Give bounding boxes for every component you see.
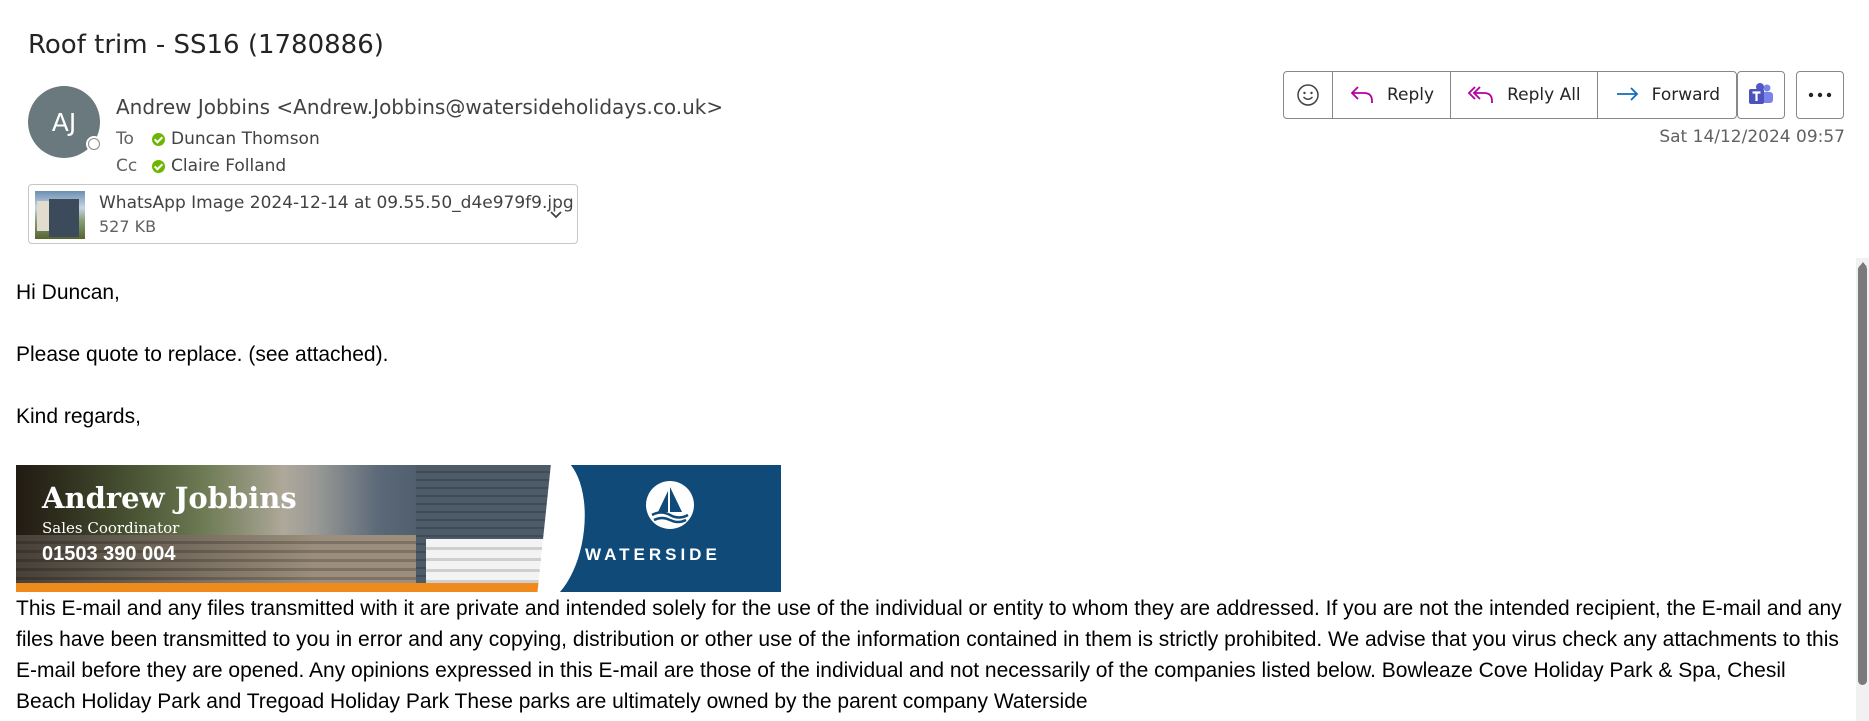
to-label: To	[116, 129, 134, 149]
signature-role: Sales Coordinator	[42, 519, 180, 537]
greeting-text: Hi Duncan,	[16, 281, 120, 304]
signature-brand: WATERSIDE	[585, 545, 721, 564]
email-signature-banner: Andrew Jobbins Sales Coordinator 01503 3…	[16, 465, 781, 592]
to-recipient[interactable]: Duncan Thomson	[171, 129, 320, 149]
forward-label: Forward	[1651, 85, 1721, 105]
cc-label: Cc	[116, 156, 138, 176]
available-status-icon	[152, 132, 165, 146]
teams-button[interactable]	[1737, 71, 1785, 119]
to-line: To Duncan Thomson	[116, 129, 320, 149]
email-subject: Roof trim - SS16 (1780886)	[28, 30, 384, 60]
reply-all-arrow-icon	[1467, 86, 1493, 103]
attachment-name: WhatsApp Image 2024-12-14 at 09.55.50_d4…	[99, 193, 574, 213]
attachment-thumbnail	[35, 191, 85, 239]
signature-photo-fence	[426, 539, 556, 583]
attachment-card[interactable]: WhatsApp Image 2024-12-14 at 09.55.50_d4…	[28, 184, 578, 244]
body-line: Please quote to replace. (see attached).	[16, 343, 389, 366]
message-actions-toolbar: Reply Reply All Forward	[1283, 71, 1738, 119]
sender-avatar[interactable]: AJ	[28, 86, 102, 158]
signature-phone: 01503 390 004	[42, 543, 176, 565]
reply-button[interactable]: Reply	[1333, 72, 1452, 118]
waterside-sailboat-logo-icon	[646, 481, 694, 529]
reply-arrow-icon	[1350, 86, 1373, 103]
forward-button[interactable]: Forward	[1598, 72, 1736, 118]
chevron-down-icon[interactable]	[545, 203, 567, 225]
sent-date: Sat 14/12/2024 09:57	[1659, 127, 1845, 147]
reply-all-label: Reply All	[1507, 85, 1581, 105]
forward-arrow-icon	[1616, 87, 1638, 101]
avatar-initials: AJ	[51, 107, 77, 137]
cc-recipient[interactable]: Claire Folland	[171, 156, 286, 176]
scrollbar-thumb[interactable]	[1858, 265, 1867, 685]
reply-label: Reply	[1387, 85, 1435, 105]
more-actions-button[interactable]	[1796, 71, 1844, 119]
reply-all-button[interactable]: Reply All	[1451, 72, 1598, 118]
teams-icon	[1749, 83, 1773, 104]
signature-orange-strip	[16, 583, 551, 592]
email-disclaimer: This E-mail and any files transmitted wi…	[16, 597, 1842, 713]
emoji-reaction-button[interactable]	[1284, 72, 1333, 118]
sender-name[interactable]: Andrew Jobbins <Andrew.Jobbins@waterside…	[116, 95, 723, 119]
smiley-icon	[1297, 84, 1319, 106]
available-status-icon	[152, 159, 165, 173]
presence-status-icon	[86, 136, 102, 152]
cc-line: Cc Claire Folland	[116, 156, 286, 176]
signoff-text: Kind regards,	[16, 405, 141, 428]
attachment-size: 527 KB	[99, 217, 157, 236]
signature-name: Andrew Jobbins	[42, 481, 297, 515]
more-icon	[1808, 92, 1832, 98]
